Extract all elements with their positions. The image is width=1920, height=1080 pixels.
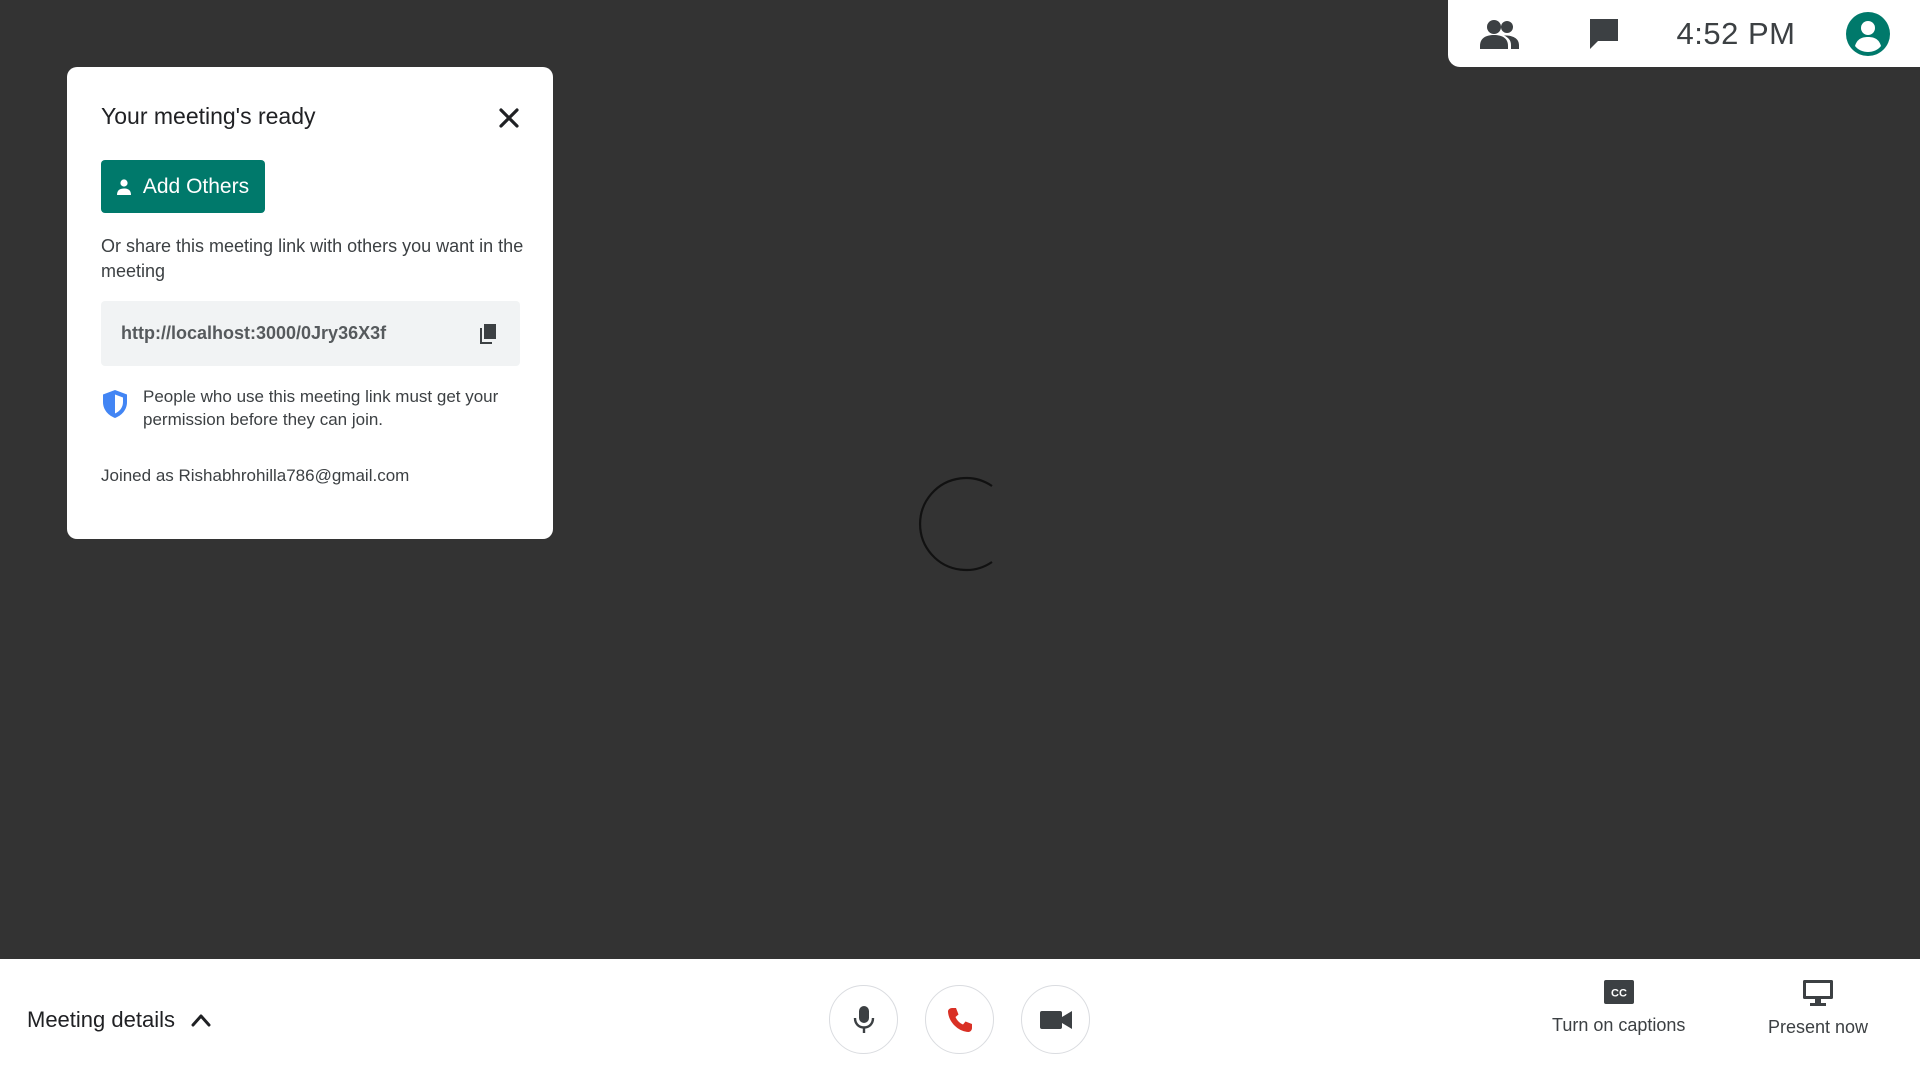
shield-icon xyxy=(103,390,127,418)
meeting-details-button[interactable]: Meeting details xyxy=(27,959,211,1080)
card-title: Your meeting's ready xyxy=(101,103,316,129)
meeting-details-label: Meeting details xyxy=(27,1006,175,1032)
add-others-button[interactable]: Add Others xyxy=(101,160,265,213)
call-controls xyxy=(829,985,1090,1054)
end-call-button[interactable] xyxy=(925,985,994,1054)
meeting-ready-card: Your meeting's ready Add Others Or share… xyxy=(67,67,553,539)
microphone-icon xyxy=(853,1005,874,1033)
permission-notice: People who use this meeting link must ge… xyxy=(101,385,531,431)
people-button[interactable] xyxy=(1448,0,1552,67)
people-icon xyxy=(1480,19,1519,49)
close-icon xyxy=(499,108,519,128)
captions-label: Turn on captions xyxy=(1552,1015,1686,1035)
closed-captions-icon: CC xyxy=(1603,980,1634,1004)
chevron-up-icon xyxy=(191,1014,211,1026)
captions-button[interactable]: CC Turn on captions xyxy=(1552,979,1685,1036)
phone-icon xyxy=(947,1007,972,1032)
monitor-icon xyxy=(1803,980,1834,1006)
account-circle-icon xyxy=(1846,11,1890,56)
meeting-link[interactable]: http://localhost:3000/0Jry36X3f xyxy=(121,323,386,344)
close-button[interactable] xyxy=(495,104,523,132)
account-button[interactable] xyxy=(1816,0,1920,67)
svg-text:CC: CC xyxy=(1611,988,1627,1000)
copy-icon xyxy=(480,323,496,344)
loading-spinner-icon xyxy=(918,476,993,572)
camera-button[interactable] xyxy=(1021,985,1090,1054)
bottom-toolbar: Meeting details CC Turn on captions Pres… xyxy=(0,959,1920,1080)
permission-text: People who use this meeting link must ge… xyxy=(143,387,499,429)
microphone-button[interactable] xyxy=(829,985,898,1054)
clock-time: 4:52 PM xyxy=(1676,15,1796,51)
copy-link-button[interactable] xyxy=(476,322,500,346)
chat-button[interactable] xyxy=(1552,0,1656,67)
chat-icon xyxy=(1590,18,1618,49)
video-camera-icon xyxy=(1039,1010,1072,1029)
top-bar: 4:52 PM xyxy=(1448,0,1920,67)
person-icon xyxy=(116,178,131,195)
add-others-label: Add Others xyxy=(142,174,250,198)
meeting-link-box: http://localhost:3000/0Jry36X3f xyxy=(101,301,520,366)
joined-as-text: Joined as Rishabhrohilla786@gmail.com xyxy=(101,466,410,485)
present-now-button[interactable]: Present now xyxy=(1768,979,1868,1038)
present-now-label: Present now xyxy=(1768,1017,1869,1037)
share-instructions: Or share this meeting link with others y… xyxy=(101,236,524,281)
